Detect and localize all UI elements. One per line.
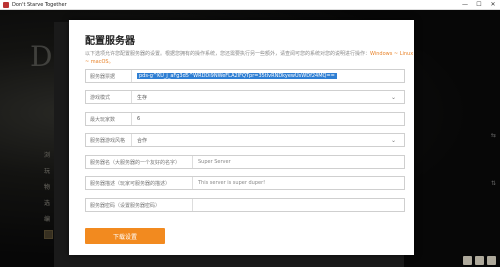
window-title: Don't Starve Together bbox=[12, 1, 67, 8]
server-name-value: Super Server bbox=[198, 159, 231, 165]
server-description-input[interactable]: This server is super duper! bbox=[193, 177, 404, 189]
server-token-value: pds-g^KU_j_aFg3d5^WRDDi9NWeFLA2IFQTpr=35… bbox=[137, 73, 337, 79]
server-password-label: 服务器密码（设置服务器密码） bbox=[86, 199, 193, 211]
game-mode-select[interactable]: 生存 ⌄ bbox=[132, 91, 404, 103]
window-titlebar: Don't Starve Together — ☐ ✕ bbox=[0, 0, 500, 10]
max-players-label: 最大玩家数 bbox=[86, 113, 132, 125]
playstyle-select[interactable]: 合作 ⌄ bbox=[132, 134, 404, 146]
close-button[interactable]: ✕ bbox=[486, 0, 500, 9]
server-description-value: This server is super duper! bbox=[198, 180, 266, 186]
game-mode-value: 生存 bbox=[137, 94, 148, 101]
window-controls: — ☐ ✕ bbox=[458, 0, 500, 9]
settings-icon[interactable] bbox=[475, 256, 484, 265]
configure-server-dialog: 配置服务器 以下选项允许您配置服务器的设置。根据您拥有的操作系统，您还需要执行另… bbox=[69, 20, 414, 255]
server-password-input[interactable] bbox=[193, 199, 404, 211]
server-description-row: 服务器描述（玩家可服务器的描述） This server is super du… bbox=[85, 176, 405, 190]
maximize-button[interactable]: ☐ bbox=[472, 0, 486, 9]
max-players-value: 6 bbox=[137, 116, 141, 122]
max-players-row: 最大玩家数 6 bbox=[85, 112, 405, 126]
bottom-right-icons bbox=[463, 256, 496, 265]
social-icon[interactable] bbox=[487, 256, 496, 265]
description-text: 以下选项允许您配置服务器的设置。根据您拥有的操作系统，您还需要执行另一些额外，请… bbox=[85, 51, 371, 57]
emote-icon[interactable] bbox=[463, 256, 472, 265]
apply-settings-button[interactable]: 下载设置 bbox=[85, 228, 165, 244]
minimize-button[interactable]: — bbox=[458, 0, 472, 9]
dialog-title: 配置服务器 bbox=[85, 36, 135, 47]
server-name-input[interactable]: Super Server bbox=[193, 156, 404, 168]
game-mode-row: 游戏模式 生存 ⌄ bbox=[85, 90, 405, 104]
server-token-row: 服务器票据 pds-g^KU_j_aFg3d5^WRDDi9NWeFLA2IFQ… bbox=[85, 69, 405, 83]
server-token-label: 服务器票据 bbox=[86, 70, 132, 82]
chevron-down-icon: ⌄ bbox=[390, 136, 396, 144]
chevron-down-icon: ⌄ bbox=[390, 93, 396, 101]
server-description-label: 服务器描述（玩家可服务器的描述） bbox=[86, 177, 193, 189]
playstyle-label: 服务器游戏风格 bbox=[86, 134, 132, 146]
playstyle-row: 服务器游戏风格 合作 ⌄ bbox=[85, 133, 405, 147]
dialog-description: 以下选项允许您配置服务器的设置。根据您拥有的操作系统，您还需要执行另一些额外，请… bbox=[85, 50, 415, 66]
server-password-row: 服务器密码（设置服务器密码） bbox=[85, 198, 405, 212]
server-name-row: 服务器名（大服务器的一个友好的名字） Super Server bbox=[85, 155, 405, 169]
server-token-input[interactable]: pds-g^KU_j_aFg3d5^WRDDi9NWeFLA2IFQTpr=35… bbox=[132, 70, 404, 82]
app-icon bbox=[3, 1, 9, 8]
server-name-label: 服务器名（大服务器的一个友好的名字） bbox=[86, 156, 193, 168]
playstyle-value: 合作 bbox=[137, 137, 148, 144]
game-mode-label: 游戏模式 bbox=[86, 91, 132, 103]
max-players-input[interactable]: 6 bbox=[132, 113, 404, 125]
